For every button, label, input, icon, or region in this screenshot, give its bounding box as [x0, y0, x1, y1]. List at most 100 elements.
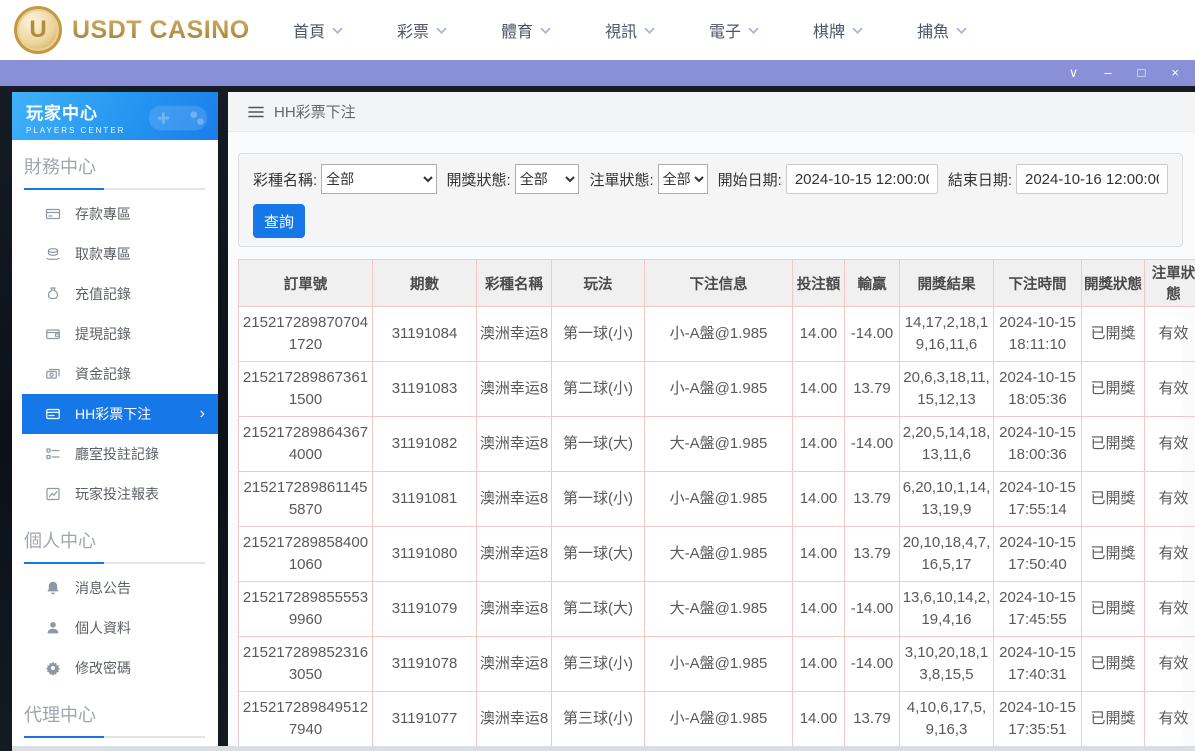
sidebar-item-資金記錄[interactable]: 資金記錄: [12, 354, 218, 394]
workspace: 玩家中心 PLAYERS CENTER 財務中心 存款專區 取款專區 充值記錄 提現記錄…: [0, 92, 1195, 751]
end-date-input[interactable]: [1016, 164, 1168, 194]
section-underline: [24, 188, 205, 190]
logo-monogram: U: [29, 16, 47, 43]
cell: 有效: [1144, 471, 1195, 527]
cell: 澳洲幸运8: [476, 526, 552, 582]
cell: 2152172898523163050: [238, 636, 373, 692]
nav-item-label: 首頁: [292, 24, 325, 41]
draw-status-select[interactable]: 全部: [514, 164, 580, 194]
sidebar-section-title: 代理中心: [24, 705, 96, 725]
collapse-icon[interactable]: ∨: [1069, 60, 1079, 86]
nav-item-label: 彩票: [396, 24, 429, 41]
sidebar-item-廳室投註記錄[interactable]: 廳室投註記錄: [12, 434, 218, 474]
section-underline: [24, 562, 205, 564]
lottery-select[interactable]: 全部: [321, 164, 437, 194]
column-header: 注單狀態: [1144, 259, 1195, 307]
sidebar-item-HH彩票下注[interactable]: HH彩票下注 ›: [22, 394, 218, 434]
cell: 澳洲幸运8: [476, 581, 552, 637]
column-header: 投注額: [792, 259, 845, 307]
start-date-input[interactable]: [785, 164, 938, 194]
cell: 大-A盤@1.985: [644, 526, 793, 582]
cell: 2152172898611455870: [238, 471, 373, 527]
cell: 2152172898584001060: [238, 526, 373, 582]
bell-icon: [45, 580, 61, 596]
table-row: 2152172898673611500 31191083 澳洲幸运8 第二球(小) 小-…: [238, 361, 1195, 417]
cell: 第二球(小): [551, 361, 645, 417]
lottery-label: 彩種名稱:: [253, 171, 318, 189]
nav-item[interactable]: 捕魚: [890, 0, 994, 60]
table-row: 2152172898523163050 31191078 澳洲幸运8 第三球(小) 小-…: [238, 636, 1195, 692]
minimize-icon[interactable]: –: [1104, 60, 1111, 86]
cell: -14.00: [844, 416, 900, 472]
cell: 31191082: [372, 416, 477, 472]
nav-item[interactable]: 體育: [474, 0, 578, 60]
cell: 13,6,10,14,2,19,4,16: [899, 581, 994, 637]
search-button[interactable]: 查詢: [253, 204, 305, 238]
nav-item-label: 棋牌: [812, 24, 845, 41]
cell: 第二球(大): [551, 581, 645, 637]
cell: 小-A盤@1.985: [644, 691, 793, 747]
sidebar-section-title: 個人中心: [24, 531, 96, 551]
draw-status-label: 開獎狀態:: [446, 171, 511, 189]
cell: 2152172898495127940: [238, 691, 373, 747]
cell: 2152172898673611500: [238, 361, 373, 417]
cell: -14.00: [844, 306, 900, 362]
table-row: 2152172898707041720 31191084 澳洲幸运8 第一球(小) 小-…: [238, 306, 1195, 362]
bet-table: 訂單號 期數 彩種名稱 玩法 下注信息 投注額 輸贏 開獎結果 下注時間 開獎狀態 注單狀態 2152…: [238, 259, 1195, 751]
sidebar-item-取款專區[interactable]: 取款專區: [12, 234, 218, 274]
menu-icon[interactable]: [248, 106, 264, 118]
table-header-row: 訂單號 期數 彩種名稱 玩法 下注信息 投注額 輸贏 開獎結果 下注時間 開獎狀態 注單狀態: [238, 259, 1195, 307]
ticket-icon: [45, 406, 61, 422]
sidebar-item-個人資料[interactable]: 個人資料: [12, 608, 218, 648]
sidebar-item-label: 提現記錄: [75, 326, 131, 342]
sidebar-item-提現記錄[interactable]: 提現記錄: [12, 314, 218, 354]
cell: 大-A盤@1.985: [644, 416, 793, 472]
sidebar-item-充值記錄[interactable]: 充值記錄: [12, 274, 218, 314]
sidebar-item-消息公告[interactable]: 消息公告: [12, 568, 218, 608]
sidebar-item-存款專區[interactable]: 存款專區: [12, 194, 218, 234]
sidebar-item-玩家投注報表[interactable]: 玩家投注報表: [12, 474, 218, 514]
cell: 已開獎: [1081, 581, 1145, 637]
nav-item[interactable]: 視訊: [578, 0, 682, 60]
cell: 31191081: [372, 471, 477, 527]
cell: 已開獎: [1081, 306, 1145, 362]
cell: 2024-10-15 17:35:51: [993, 691, 1082, 747]
window-titlebar: ∨ – □ ×: [0, 60, 1195, 86]
sidebar-section-title: 財務中心: [24, 157, 96, 177]
cell: 已開獎: [1081, 526, 1145, 582]
horizontal-scrollbar[interactable]: [12, 746, 1195, 751]
order-status-select[interactable]: 全部: [657, 164, 708, 194]
funds-icon: [45, 366, 61, 382]
sidebar-item-label: 存款專區: [75, 206, 131, 222]
page-title: HH彩票下注: [274, 104, 356, 121]
column-header: 玩法: [551, 259, 645, 307]
sidebar-item-修改密碼[interactable]: 修改密碼: [12, 648, 218, 688]
column-header: 開獎結果: [899, 259, 994, 307]
cell: 2024-10-15 17:55:14: [993, 471, 1082, 527]
cell: 14.00: [792, 581, 845, 637]
sidebar-item-label: 取款專區: [75, 246, 131, 262]
nav-item[interactable]: 棋牌: [786, 0, 890, 60]
cell: 已開獎: [1081, 416, 1145, 472]
cell: 14.00: [792, 306, 845, 362]
withdraw-icon: [45, 246, 61, 262]
cell: 13.79: [844, 471, 900, 527]
person-icon: [45, 620, 61, 636]
cell: 有效: [1144, 691, 1195, 747]
logo-coin-icon: U: [14, 6, 62, 54]
window-controls: ∨ – □ ×: [1069, 60, 1179, 86]
nav-item[interactable]: 彩票: [370, 0, 474, 60]
cell: 2152172898555539960: [238, 581, 373, 637]
cell: 20,10,18,4,7,16,5,17: [899, 526, 994, 582]
table-row: 2152172898555539960 31191079 澳洲幸运8 第二球(大) 大-…: [238, 581, 1195, 637]
nav-item[interactable]: 電子: [682, 0, 786, 60]
close-icon[interactable]: ×: [1171, 60, 1179, 86]
cell: 31191080: [372, 526, 477, 582]
cell: 澳洲幸运8: [476, 471, 552, 527]
cell: 有效: [1144, 361, 1195, 417]
cell: 已開獎: [1081, 471, 1145, 527]
maximize-icon[interactable]: □: [1138, 60, 1146, 86]
recharge-icon: [45, 286, 61, 302]
cell: 2152172898707041720: [238, 306, 373, 362]
nav-item[interactable]: 首頁: [266, 0, 370, 60]
